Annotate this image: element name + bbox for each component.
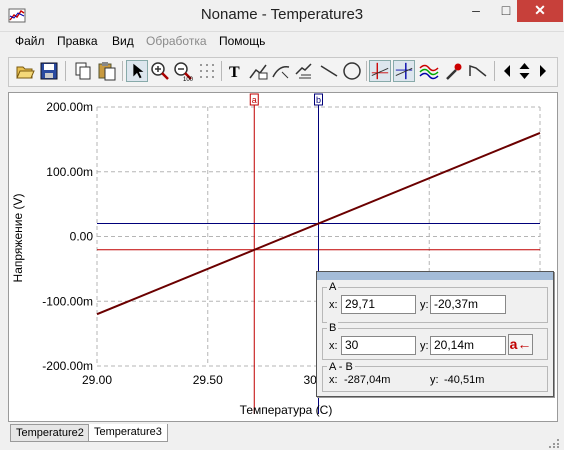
cursor-a-b-icon[interactable] bbox=[369, 60, 391, 82]
x-axis-label: Температура (C) bbox=[240, 403, 333, 417]
cursor-b-title: B bbox=[327, 322, 339, 334]
scroll-up-down-icon[interactable] bbox=[516, 60, 533, 82]
cursor-b-x-field[interactable]: 30 bbox=[341, 336, 416, 355]
minimize-button[interactable]: – bbox=[461, 0, 491, 22]
menu-view[interactable]: Вид bbox=[112, 34, 134, 48]
scroll-left-icon[interactable] bbox=[499, 60, 515, 82]
copy-icon[interactable] bbox=[72, 60, 94, 82]
cursor-panel-caption[interactable] bbox=[317, 272, 553, 280]
cursor-b-y-field[interactable]: 20,14m bbox=[430, 336, 506, 355]
menu-file[interactable]: Файл bbox=[15, 34, 45, 48]
toolbar-separator bbox=[494, 61, 495, 81]
menu-help[interactable]: Помощь bbox=[219, 34, 265, 48]
paste-icon[interactable] bbox=[96, 60, 118, 82]
toolbar-separator bbox=[221, 61, 222, 81]
menu-edit[interactable]: Правка bbox=[57, 34, 98, 48]
cursor-a-y-label: y: bbox=[420, 299, 429, 311]
cursor-b-handle-label: b bbox=[316, 95, 321, 105]
menu-process[interactable]: Обработка bbox=[146, 34, 207, 48]
cursor-a-x-label: x: bbox=[329, 299, 338, 311]
scroll-right-icon[interactable] bbox=[535, 60, 551, 82]
line-icon[interactable] bbox=[318, 60, 340, 82]
swap-cursor-button[interactable]: a← bbox=[508, 334, 533, 355]
y-tick-label: -200.00m bbox=[42, 359, 93, 373]
y-tick-label: 200.00m bbox=[46, 100, 93, 114]
cursor-a-y-field[interactable]: -20,37m bbox=[430, 295, 506, 314]
cursor-diff-title: A - B bbox=[327, 361, 355, 373]
cursor-diff-x-label: x: bbox=[329, 374, 338, 386]
cursor-diff-y-label: y: bbox=[430, 374, 439, 386]
y-tick-label: 100.00m bbox=[46, 165, 93, 179]
text-icon[interactable]: T bbox=[224, 60, 246, 82]
zoom-100-label: 100 bbox=[183, 77, 194, 82]
y-axis-label: Напряжение (V) bbox=[11, 194, 25, 283]
label-icon[interactable] bbox=[247, 60, 269, 82]
resize-grip-icon[interactable] bbox=[546, 437, 560, 449]
color-picker-icon[interactable] bbox=[443, 60, 465, 82]
cursor-b-x-label: x: bbox=[329, 340, 338, 352]
tab-temperature3[interactable]: Temperature3 bbox=[88, 424, 168, 442]
cursor-a-x-field[interactable]: 29,71 bbox=[341, 295, 416, 314]
y-tick-label: -100.00m bbox=[42, 294, 93, 308]
zoom-out-icon[interactable]: 100 bbox=[172, 60, 194, 82]
toolbar-separator bbox=[366, 61, 367, 81]
crosshair-icon[interactable] bbox=[393, 60, 415, 82]
cursor-diff-x-value: -287,04m bbox=[344, 374, 391, 386]
plot-style-icon[interactable] bbox=[418, 60, 440, 82]
box-label-icon[interactable] bbox=[293, 60, 315, 82]
step-icon[interactable] bbox=[467, 60, 489, 82]
cursor-a-handle-label: a bbox=[252, 95, 257, 105]
toolbar-separator bbox=[122, 61, 123, 81]
zoom-in-icon[interactable] bbox=[149, 60, 171, 82]
cursor-b-y-label: y: bbox=[420, 340, 429, 352]
ellipse-icon[interactable] bbox=[341, 60, 363, 82]
close-button[interactable]: ✕ bbox=[517, 0, 563, 22]
open-folder-icon[interactable] bbox=[14, 60, 36, 82]
x-tick-label: 29.50 bbox=[193, 373, 223, 387]
y-tick-label: 0.00 bbox=[70, 230, 94, 244]
toolbar-separator bbox=[65, 61, 66, 81]
save-icon[interactable] bbox=[38, 60, 60, 82]
grid-icon[interactable] bbox=[196, 60, 218, 82]
cursor-diff-y-value: -40,51m bbox=[444, 374, 485, 386]
curve-label-icon[interactable] bbox=[270, 60, 292, 82]
text-tool-glyph: T bbox=[229, 64, 240, 81]
pointer-icon[interactable] bbox=[126, 60, 148, 82]
x-tick-label: 29.00 bbox=[82, 373, 112, 387]
cursor-a-title: A bbox=[327, 281, 339, 293]
tab-temperature2[interactable]: Temperature2 bbox=[10, 424, 90, 442]
